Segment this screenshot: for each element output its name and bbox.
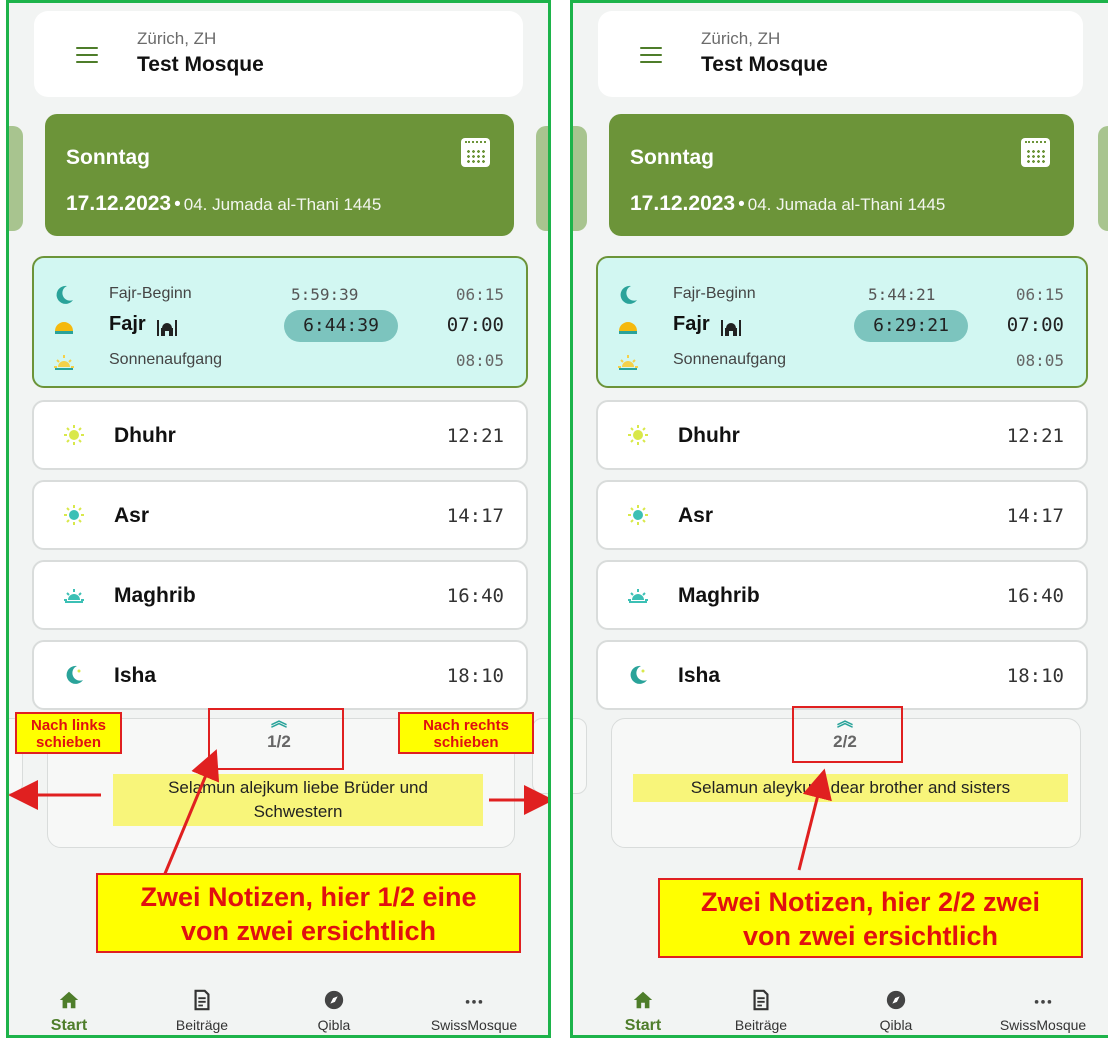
compass-icon bbox=[324, 990, 344, 1010]
nav-swissmosque[interactable]: SwissMosque bbox=[983, 975, 1103, 1035]
nav-label: SwissMosque bbox=[430, 1017, 518, 1033]
nav-label: Beiträge bbox=[175, 1017, 229, 1033]
callout-line-1: Zwei Notizen, hier 2/2 zwei bbox=[700, 887, 1041, 917]
nav-beitraege[interactable]: Beiträge bbox=[701, 975, 821, 1035]
nav-label: Qibla bbox=[317, 1017, 351, 1033]
bottom-nav: Start Beiträge Qibla SwissMosque bbox=[573, 975, 1108, 1035]
app-screen-right: Zürich, ZH Test Mosque Sonntag 17.12.202… bbox=[570, 0, 1108, 1038]
compass-icon bbox=[886, 990, 906, 1010]
callout-line-2: von zwei ersichtlich bbox=[742, 921, 999, 951]
callout-line-2: von zwei ersichtlich bbox=[180, 916, 437, 946]
nav-label: Start bbox=[50, 1017, 88, 1034]
home-icon bbox=[59, 991, 79, 1009]
nav-label: Beiträge bbox=[734, 1017, 788, 1033]
app-screen-left: Zürich, ZH Test Mosque Sonntag 17.12.202… bbox=[6, 0, 551, 1038]
nav-qibla[interactable]: Qibla bbox=[274, 975, 394, 1035]
nav-start[interactable]: Start bbox=[9, 975, 129, 1035]
annotation-callout: Zwei Notizen, hier 1/2 eine von zwei ers… bbox=[96, 873, 521, 953]
nav-swissmosque[interactable]: SwissMosque bbox=[414, 975, 534, 1035]
nav-qibla[interactable]: Qibla bbox=[836, 975, 956, 1035]
nav-label: Qibla bbox=[879, 1017, 913, 1033]
nav-label: SwissMosque bbox=[999, 1017, 1087, 1033]
bottom-nav: Start Beiträge Qibla SwissMosque bbox=[9, 975, 548, 1035]
document-icon bbox=[753, 989, 769, 1011]
annotation-callout: Zwei Notizen, hier 2/2 zwei von zwei ers… bbox=[658, 878, 1083, 958]
home-icon bbox=[633, 991, 653, 1009]
nav-label: Start bbox=[624, 1017, 662, 1034]
callout-line-1: Zwei Notizen, hier 1/2 eine bbox=[140, 882, 477, 912]
nav-start[interactable]: Start bbox=[583, 975, 703, 1035]
document-icon bbox=[194, 989, 210, 1011]
more-icon bbox=[1034, 1000, 1052, 1004]
nav-beitraege[interactable]: Beiträge bbox=[142, 975, 262, 1035]
more-icon bbox=[465, 1000, 483, 1004]
